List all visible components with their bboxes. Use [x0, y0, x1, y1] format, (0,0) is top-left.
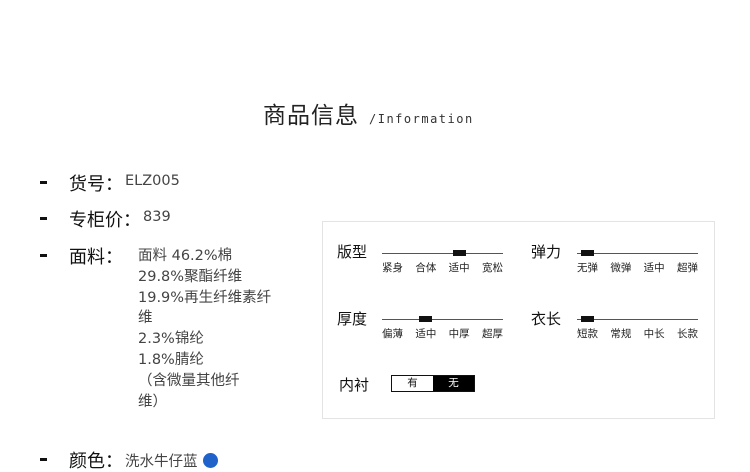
scale-option: 适中 — [448, 262, 470, 274]
heading-title: 商品信息 — [263, 103, 359, 129]
price-row: 专柜价： 839 — [40, 206, 171, 232]
length-title: 衣长 — [531, 310, 562, 328]
fabric-row: 面料： — [40, 243, 123, 269]
item-no-row: 货号： ELZ005 — [40, 170, 180, 196]
scale-options: 短款 常规 中长 长款 — [577, 326, 698, 341]
lining-option: 有 — [392, 376, 433, 391]
scale-option: 短款 — [577, 328, 598, 340]
fit-title: 版型 — [337, 243, 368, 261]
color-row: 颜色： 洗水牛仔蓝 — [40, 447, 218, 472]
scale-option: 适中 — [643, 262, 665, 274]
fabric-line: 2.3%锦纶 — [138, 331, 204, 348]
scale-option: 无弹 — [577, 262, 598, 274]
fabric-line: （含微量其他纤 — [138, 372, 240, 389]
scale-option: 紧身 — [382, 262, 403, 274]
section-heading: 商品信息 /Information — [263, 96, 474, 130]
item-no-label: 货号： — [69, 174, 123, 195]
fabric-line: 维） — [138, 393, 167, 410]
scale-option: 中厚 — [448, 328, 470, 340]
scale-option: 微弹 — [610, 262, 632, 274]
scale-option: 合体 — [415, 262, 437, 274]
scale-option: 宽松 — [481, 262, 503, 274]
bullet-dash-icon — [40, 217, 47, 220]
scale-option: 常规 — [610, 328, 632, 340]
lining-option: 无 — [433, 376, 474, 391]
bullet-dash-icon — [40, 254, 47, 257]
fabric-line: 19.9%再生纤维素纤 — [138, 289, 272, 306]
color-swatch-icon — [202, 453, 218, 468]
scale-options: 偏薄 适中 中厚 超厚 — [382, 326, 503, 341]
scale-options: 无弹 微弹 适中 超弹 — [577, 260, 698, 275]
scale-option: 超弹 — [676, 262, 698, 274]
lining-toggle: 有 无 — [391, 375, 475, 392]
item-no-value: ELZ005 — [125, 173, 180, 189]
scale-marker-icon — [452, 250, 466, 256]
fit-scale: 紧身 合体 适中 宽松 — [382, 245, 503, 274]
bullet-dash-icon — [40, 458, 47, 461]
scale-options: 紧身 合体 适中 宽松 — [382, 260, 503, 275]
color-value: 洗水牛仔蓝 — [125, 454, 198, 470]
bullet-dash-icon — [40, 181, 47, 184]
fabric-composition: 面料 46.2%棉 29.8%聚酯纤维 19.9%再生纤维素纤 维 2.3%锦纶… — [138, 246, 288, 412]
color-label: 颜色： — [69, 451, 123, 472]
fabric-label: 面料： — [69, 247, 123, 268]
scale-marker-icon — [419, 316, 433, 322]
scale-option: 超厚 — [481, 328, 503, 340]
scale-marker-icon — [581, 316, 594, 322]
thickness-title: 厚度 — [337, 310, 368, 328]
scale-line — [382, 319, 503, 320]
scale-option: 中长 — [643, 328, 665, 340]
fabric-line: 维 — [138, 310, 153, 327]
fabric-line: 29.8%聚酯纤维 — [138, 268, 243, 285]
fabric-line: 面料 46.2%棉 — [138, 248, 233, 264]
scale-option: 偏薄 — [382, 328, 403, 340]
thickness-scale: 偏薄 适中 中厚 超厚 — [382, 311, 503, 340]
price-value: 839 — [143, 209, 171, 225]
elasticity-scale: 无弹 微弹 适中 超弹 — [577, 245, 698, 274]
length-scale: 短款 常规 中长 长款 — [577, 311, 698, 340]
scale-option: 适中 — [415, 328, 437, 340]
scale-option: 长款 — [676, 328, 698, 340]
scale-line — [577, 319, 698, 320]
elasticity-title: 弹力 — [531, 243, 562, 261]
scale-line — [382, 253, 503, 254]
attribute-panel: 版型 紧身 合体 适中 宽松 弹力 无弹 微弹 适中 超弹 厚度 偏薄 适中 中… — [322, 221, 715, 419]
heading-subtitle: /Information — [369, 112, 474, 126]
lining-title: 内衬 — [339, 376, 370, 394]
price-label: 专柜价： — [69, 210, 141, 231]
scale-marker-icon — [581, 250, 594, 256]
fabric-line: 1.8%腈纶 — [138, 351, 204, 368]
scale-line — [577, 253, 698, 254]
